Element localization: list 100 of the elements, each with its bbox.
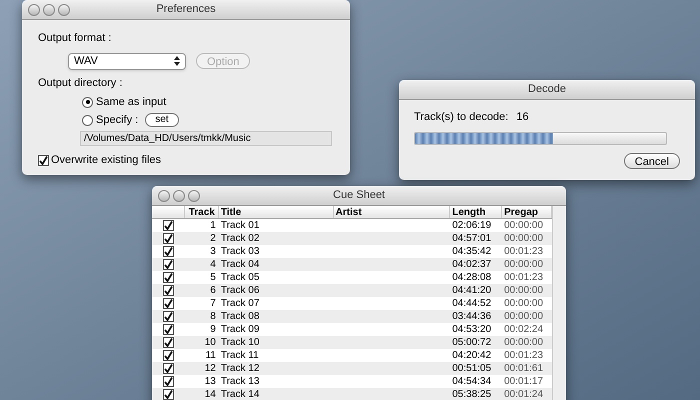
table-cell-text: Track 10 bbox=[220, 336, 260, 350]
table-cell-text: 04:20:42 bbox=[451, 349, 492, 363]
format-dropdown[interactable]: WAV bbox=[68, 52, 186, 70]
table-cell-text: 05:00:72 bbox=[451, 336, 492, 350]
table-cell-text: 11 bbox=[204, 349, 217, 363]
table-cell-text: 00:02:24 bbox=[503, 323, 544, 337]
checkbox[interactable] bbox=[162, 233, 174, 244]
window-control-icon[interactable] bbox=[188, 190, 200, 202]
scrollbar[interactable] bbox=[552, 206, 566, 400]
radio-label: Specify : bbox=[96, 112, 138, 128]
cancel-button[interactable]: Cancel bbox=[624, 152, 680, 168]
set-button[interactable]: set bbox=[145, 113, 179, 127]
checkbox[interactable] bbox=[162, 259, 174, 270]
table-cell-text: 7 bbox=[209, 297, 217, 311]
window-title: Preferences bbox=[156, 2, 216, 18]
path-field[interactable]: /Volumes/Data_HD/Users/tmkk/Music bbox=[80, 131, 332, 146]
table-cell-text: 12 bbox=[204, 362, 217, 376]
checkmark-icon bbox=[39, 156, 48, 165]
table-cell-text: 00:01:23 bbox=[503, 349, 544, 363]
table-cell-text: Track 09 bbox=[220, 323, 260, 337]
table-cell-text: 00:01:61 bbox=[503, 362, 544, 376]
overwrite-label: Overwrite existing files bbox=[51, 153, 162, 168]
table-cell-text: Track 03 bbox=[220, 245, 260, 259]
checkbox[interactable] bbox=[162, 389, 174, 400]
checkbox[interactable] bbox=[162, 363, 174, 374]
table-cell-text: 00:01:17 bbox=[503, 375, 544, 389]
column-header[interactable]: Track bbox=[184, 206, 219, 218]
table-cell-text: 03:44:36 bbox=[451, 310, 492, 324]
table-cell-text: 00:01:23 bbox=[503, 271, 544, 285]
checkbox[interactable] bbox=[162, 337, 174, 348]
table-cell-text: 10 bbox=[204, 336, 217, 350]
table-cell-text: 04:57:01 bbox=[451, 232, 492, 246]
table-cell-text: 14 bbox=[204, 388, 217, 400]
checkbox[interactable] bbox=[162, 350, 174, 361]
column-header[interactable]: Length bbox=[450, 206, 502, 218]
table-cell-text: Track 02 bbox=[220, 232, 260, 246]
table-cell-text: 3 bbox=[209, 245, 217, 259]
window-control-icon[interactable] bbox=[43, 4, 55, 16]
table-cell-text: Track 06 bbox=[220, 284, 260, 298]
radio-label: Same as input bbox=[96, 94, 166, 110]
table-cell-text: 04:54:34 bbox=[451, 375, 492, 389]
table-cell-text: Track 04 bbox=[220, 258, 260, 272]
table-cell-text: 9 bbox=[209, 323, 217, 337]
table-cell-text: Track 14 bbox=[220, 388, 260, 400]
table-cell-text: 00:00:00 bbox=[503, 297, 544, 311]
table-cell-text: 00:00:00 bbox=[503, 310, 544, 324]
table-cell-text: 05:38:25 bbox=[451, 388, 492, 400]
table-cell-text: 04:53:20 bbox=[451, 323, 492, 337]
updown-arrows-icon bbox=[174, 56, 180, 66]
table-cell-text: 00:00:00 bbox=[503, 232, 544, 246]
output-directory-label: Output directory : bbox=[38, 76, 124, 90]
table-cell-text: 2 bbox=[209, 232, 217, 246]
table-cell-text: 00:01:23 bbox=[503, 245, 544, 259]
table-cell-text: 5 bbox=[209, 271, 217, 285]
checkbox[interactable] bbox=[162, 285, 174, 296]
table-cell-text: Track 12 bbox=[220, 362, 260, 376]
window-control-icon[interactable] bbox=[158, 190, 170, 202]
window-control-icon[interactable] bbox=[173, 190, 185, 202]
checkbox[interactable] bbox=[162, 272, 174, 283]
checkbox[interactable] bbox=[162, 246, 174, 257]
table-cell-text: 02:06:19 bbox=[451, 219, 492, 233]
table-cell-text: 00:00:00 bbox=[503, 336, 544, 350]
table-cell-text: 04:44:52 bbox=[451, 297, 492, 311]
table-cell-text: 00:00:00 bbox=[503, 219, 544, 233]
table-cell-text: 1 bbox=[209, 219, 217, 233]
checkbox[interactable] bbox=[162, 324, 174, 335]
table-cell-text: Track 01 bbox=[220, 219, 260, 233]
output-format-label: Output format : bbox=[38, 31, 112, 46]
checkbox[interactable] bbox=[162, 376, 174, 387]
table-cell-text: 13 bbox=[204, 375, 217, 389]
table-cell-text: Track 07 bbox=[220, 297, 260, 311]
checkbox[interactable] bbox=[162, 220, 174, 231]
table-cell-text: 6 bbox=[209, 284, 217, 298]
checkbox[interactable] bbox=[162, 311, 174, 322]
window-control-icon[interactable] bbox=[28, 4, 40, 16]
table-cell-text: 8 bbox=[209, 310, 217, 324]
radio-button[interactable] bbox=[82, 114, 93, 126]
column-header[interactable]: Artist bbox=[334, 206, 450, 218]
table-cell-text: Track 11 bbox=[220, 349, 260, 363]
checkbox[interactable] bbox=[38, 154, 49, 166]
table-cell-text: Track 08 bbox=[220, 310, 260, 324]
table-cell-text: 04:02:37 bbox=[451, 258, 492, 272]
window-title: Cue Sheet bbox=[333, 188, 385, 204]
column-header[interactable]: Title bbox=[218, 206, 334, 218]
table-cell-text: 04:28:08 bbox=[451, 271, 492, 285]
table-cell-text: 00:01:24 bbox=[503, 388, 544, 400]
window-control-icon[interactable] bbox=[58, 4, 70, 16]
checkbox[interactable] bbox=[162, 298, 174, 309]
table-cell-text: 04:35:42 bbox=[451, 245, 492, 259]
tracks-label: Track(s) to decode: bbox=[414, 110, 508, 125]
table-cell-text: 4 bbox=[209, 258, 217, 272]
radio-button[interactable] bbox=[82, 96, 93, 108]
window-title: Decode bbox=[528, 82, 566, 98]
table-cell-text: 00:00:00 bbox=[503, 258, 544, 272]
table-cell-text: 04:41:20 bbox=[451, 284, 492, 298]
table-cell-text: 00:51:05 bbox=[451, 362, 492, 376]
table-cell-text: Track 05 bbox=[220, 271, 260, 285]
table-cell-text: Track 13 bbox=[220, 375, 260, 389]
table-cell-text: 00:00:00 bbox=[503, 284, 544, 298]
track-count: 16 bbox=[516, 110, 529, 125]
